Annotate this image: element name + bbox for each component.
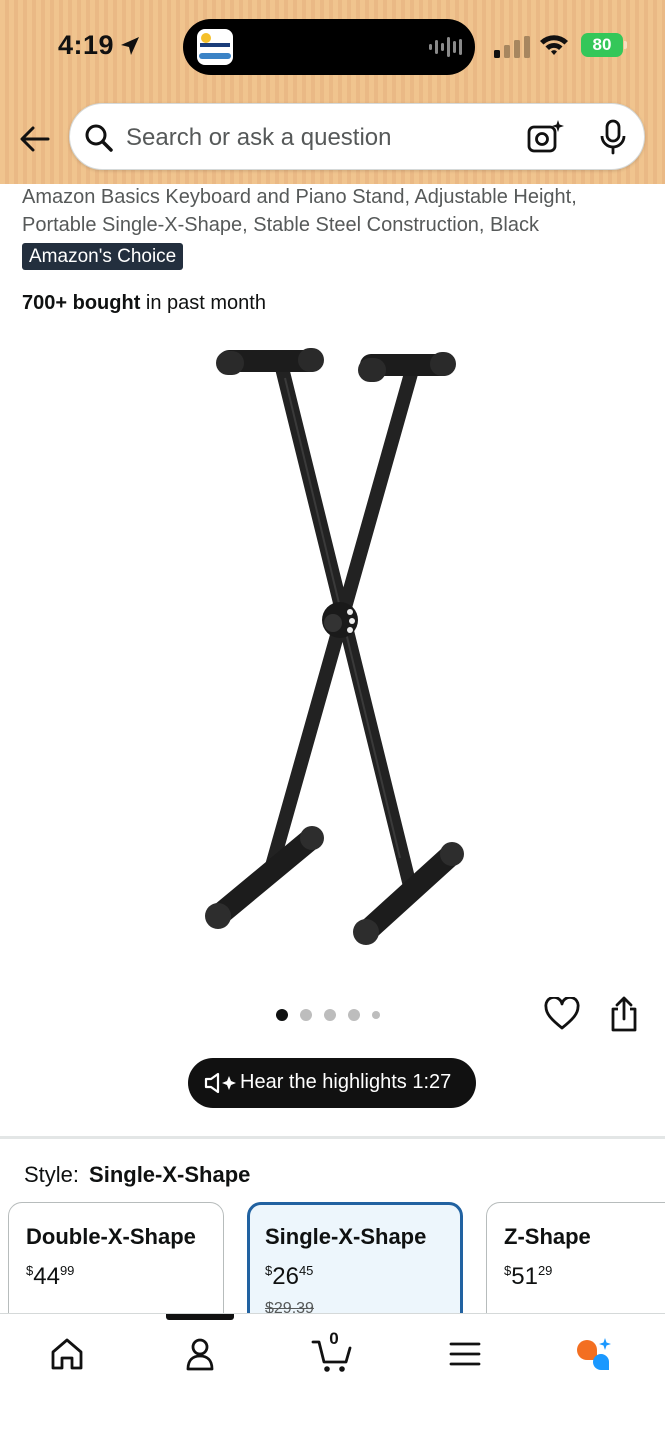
variant-price: $5129 — [504, 1263, 553, 1290]
cart-button[interactable]: 0 — [310, 1329, 354, 1376]
carousel-dot[interactable] — [276, 1009, 288, 1021]
carousel-dot[interactable] — [348, 1009, 360, 1021]
heart-icon[interactable] — [544, 997, 580, 1031]
variant-name: Double-X-Shape — [26, 1224, 196, 1249]
search-input[interactable] — [126, 116, 506, 160]
bought-count-suffix: in past month — [140, 292, 266, 314]
hear-highlights-button[interactable]: Hear the highlights 1:27 — [188, 1058, 476, 1108]
microphone-icon[interactable] — [594, 118, 632, 156]
battery-indicator: 80 — [581, 33, 627, 57]
share-icon[interactable] — [608, 995, 640, 1033]
carousel-dot[interactable] — [300, 1009, 312, 1021]
style-label: Style: — [24, 1162, 80, 1187]
home-icon[interactable] — [45, 1332, 89, 1376]
section-divider — [0, 1136, 665, 1139]
product-title: Amazon Basics Keyboard and Piano Stand, … — [22, 186, 577, 236]
carousel-dot[interactable] — [372, 1011, 380, 1019]
variant-price: $2645 — [265, 1263, 314, 1290]
camera-search-icon[interactable] — [526, 118, 564, 156]
variant-name: Single-X-Shape — [265, 1224, 427, 1249]
amazons-choice-badge: Amazon's Choice — [22, 243, 184, 270]
app-header: 4:19 80 Search or ask a question — [0, 0, 665, 184]
bought-count: 700+ bought in past month — [22, 292, 266, 315]
menu-icon[interactable] — [443, 1332, 487, 1376]
variant-price: $4499 — [26, 1263, 75, 1290]
account-icon[interactable] — [178, 1332, 222, 1376]
bought-count-bold: 700+ bought — [22, 292, 141, 314]
bottom-navigation: 0 — [0, 1313, 665, 1440]
status-time: 4:19 — [58, 30, 115, 60]
location-arrow-icon — [121, 37, 139, 55]
cart-count: 0 — [329, 1329, 339, 1348]
active-tab-indicator — [166, 1314, 234, 1320]
search-icon — [85, 124, 113, 152]
now-playing-app-icon — [197, 29, 233, 65]
wifi-icon — [540, 35, 568, 55]
audio-waveform-icon — [429, 37, 462, 57]
dynamic-island[interactable] — [183, 19, 475, 75]
rufus-assistant-icon[interactable] — [574, 1332, 618, 1376]
search-bar[interactable] — [69, 103, 645, 170]
speaker-sparkle-icon — [204, 1072, 236, 1094]
back-arrow-icon[interactable] — [18, 122, 52, 156]
image-carousel-dots[interactable] — [276, 1008, 380, 1022]
battery-level: 80 — [581, 33, 623, 57]
cellular-signal-icon — [494, 36, 530, 58]
status-bar: 4:19 80 — [0, 0, 665, 92]
product-image-keyboard-stand[interactable] — [190, 338, 480, 958]
carousel-dot[interactable] — [324, 1009, 336, 1021]
style-selected-value: Single-X-Shape — [89, 1162, 251, 1187]
variant-name: Z-Shape — [504, 1224, 591, 1249]
hear-highlights-label: Hear the highlights 1:27 — [240, 1071, 452, 1093]
style-selector-label: Style: Single-X-Shape — [24, 1162, 250, 1188]
